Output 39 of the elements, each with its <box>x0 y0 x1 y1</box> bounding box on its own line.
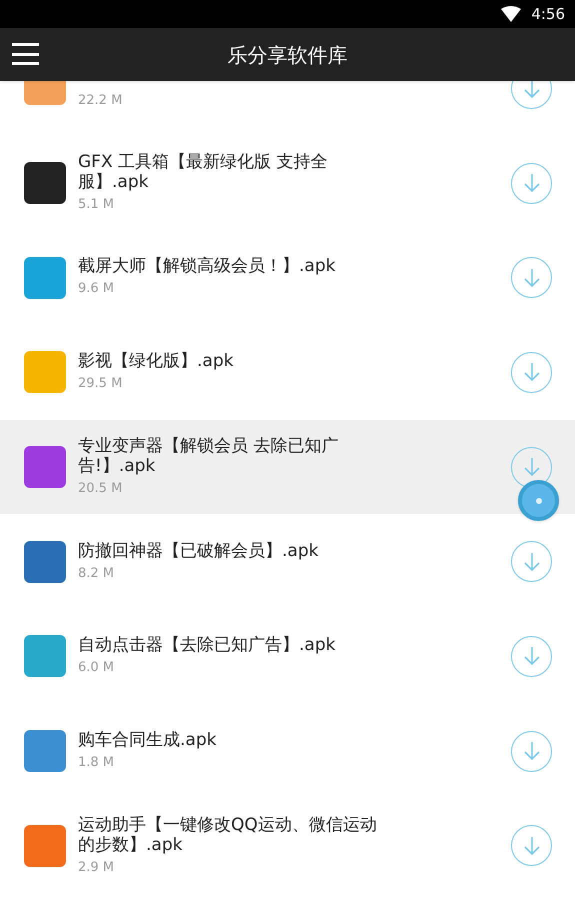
app-title: 乐分享软件库 <box>228 42 348 68</box>
app-name: 购车合同生成.apk <box>78 730 218 750</box>
app-name: GFX 工具箱【最新绿化版 支持全服】.apk <box>78 152 328 192</box>
file-size: 5.1 M <box>78 196 116 214</box>
file-size: 6.0 M <box>78 659 116 678</box>
app-name: 运动助手【一键修改QQ运动、微信运动的步数】.apk <box>78 814 378 855</box>
download-button[interactable] <box>511 257 552 298</box>
download-button[interactable] <box>511 541 552 582</box>
file-size: 20.5 M <box>78 480 124 498</box>
file-size: 1.8 M <box>78 754 116 772</box>
download-icon <box>524 646 540 666</box>
download-button[interactable] <box>511 162 552 204</box>
app-list-item[interactable]: 专业变声器【解锁会员 去除已知广告!】.apk 20.5 M <box>0 420 575 514</box>
app-name: 防撤回神器【已破解会员】.apk <box>78 540 320 561</box>
download-icon <box>524 268 540 288</box>
download-icon <box>524 457 540 478</box>
download-button[interactable] <box>511 636 552 677</box>
file-size: 9.6 M <box>78 280 116 298</box>
app-name: 截屏大师【解锁高级会员！】.apk <box>78 256 336 276</box>
download-button[interactable] <box>511 825 552 866</box>
menu-icon[interactable] <box>12 42 39 66</box>
app-name: 专业变声器【解锁会员 去除已知广告!】.apk <box>78 436 340 476</box>
download-button[interactable] <box>511 352 552 393</box>
download-icon <box>524 741 540 762</box>
status-time: 4:56 <box>531 4 565 25</box>
file-size: 2.9 M <box>78 858 116 877</box>
file-size: 22.2 M <box>78 92 124 110</box>
app-name: 自动点击器【去除已知广告】.apk <box>78 635 336 656</box>
file-size: 29.5 M <box>78 375 124 394</box>
download-icon <box>524 552 540 572</box>
download-icon <box>524 362 540 382</box>
download-button[interactable] <box>511 81 552 109</box>
download-icon <box>524 836 540 856</box>
download-icon <box>524 81 540 98</box>
file-size: 8.2 M <box>78 564 116 583</box>
wifi-icon <box>501 6 522 22</box>
app-name: 影视【绿化版】.apk <box>78 351 234 372</box>
download-button[interactable] <box>511 730 552 772</box>
download-icon <box>524 173 540 194</box>
